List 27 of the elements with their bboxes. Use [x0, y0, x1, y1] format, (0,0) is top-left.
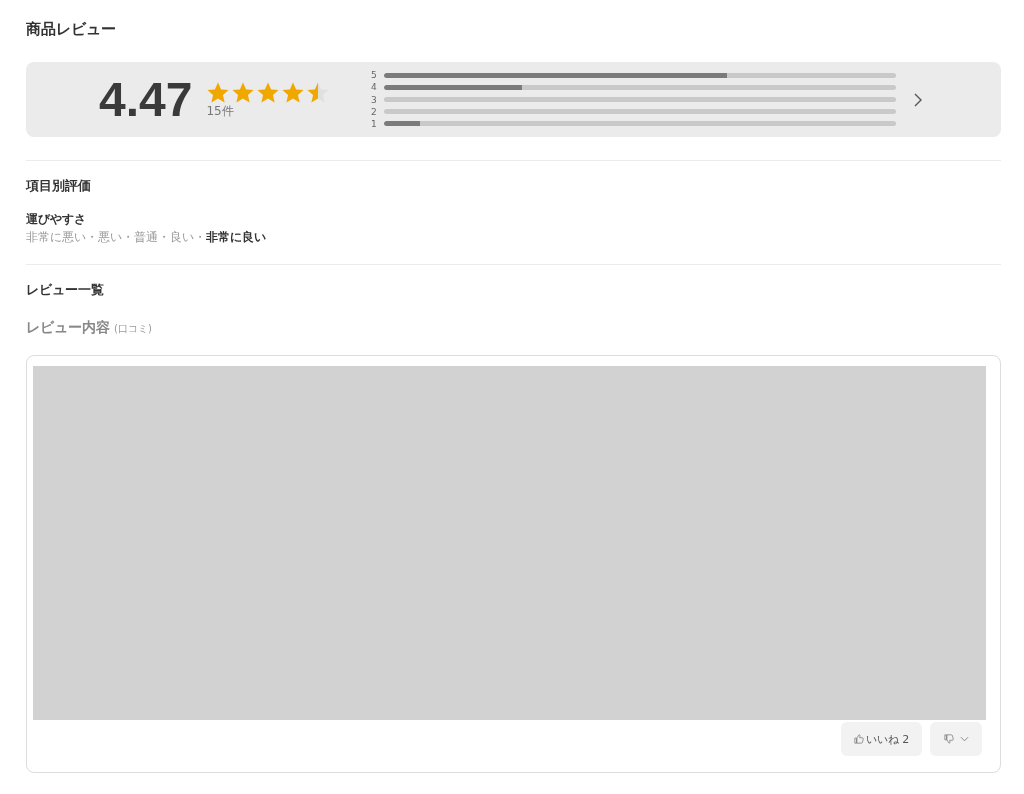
chevron-right-icon[interactable]: [914, 92, 922, 107]
section-heading: レビュー一覧: [26, 281, 105, 299]
separator-dot: ・: [86, 230, 98, 244]
star-level-label: 2: [371, 106, 378, 117]
thumbs-down-icon: [943, 734, 954, 744]
separator-dot: ・: [194, 230, 206, 244]
star-level-label: 5: [371, 70, 378, 81]
rating-option: 普通: [134, 230, 158, 244]
rating-option: 良い: [170, 230, 194, 244]
star-level-label: 3: [371, 94, 378, 105]
caret-down-icon: [959, 736, 969, 742]
section-heading: 項目別評価: [26, 177, 92, 195]
rating-option: 非常に悪い: [26, 230, 86, 244]
criterion-name: 運びやすさ: [26, 211, 87, 227]
review-count: 15件: [206, 103, 235, 119]
thumbs-up-icon: [853, 734, 864, 744]
separator-dot: ・: [122, 230, 134, 244]
star-level-label: 1: [371, 118, 378, 129]
separator-dot: ・: [158, 230, 170, 244]
subsection-note: (口コミ): [114, 322, 152, 336]
like-button[interactable]: いいね 2: [841, 722, 922, 756]
subsection-heading: レビュー内容: [26, 318, 110, 336]
rating-option: 非常に良い: [206, 230, 266, 244]
page-title: 商品レビュー: [26, 19, 117, 40]
rating-option: 悪い: [98, 230, 122, 244]
star-level-label: 4: [371, 82, 378, 93]
average-score: 4.47: [99, 75, 193, 124]
